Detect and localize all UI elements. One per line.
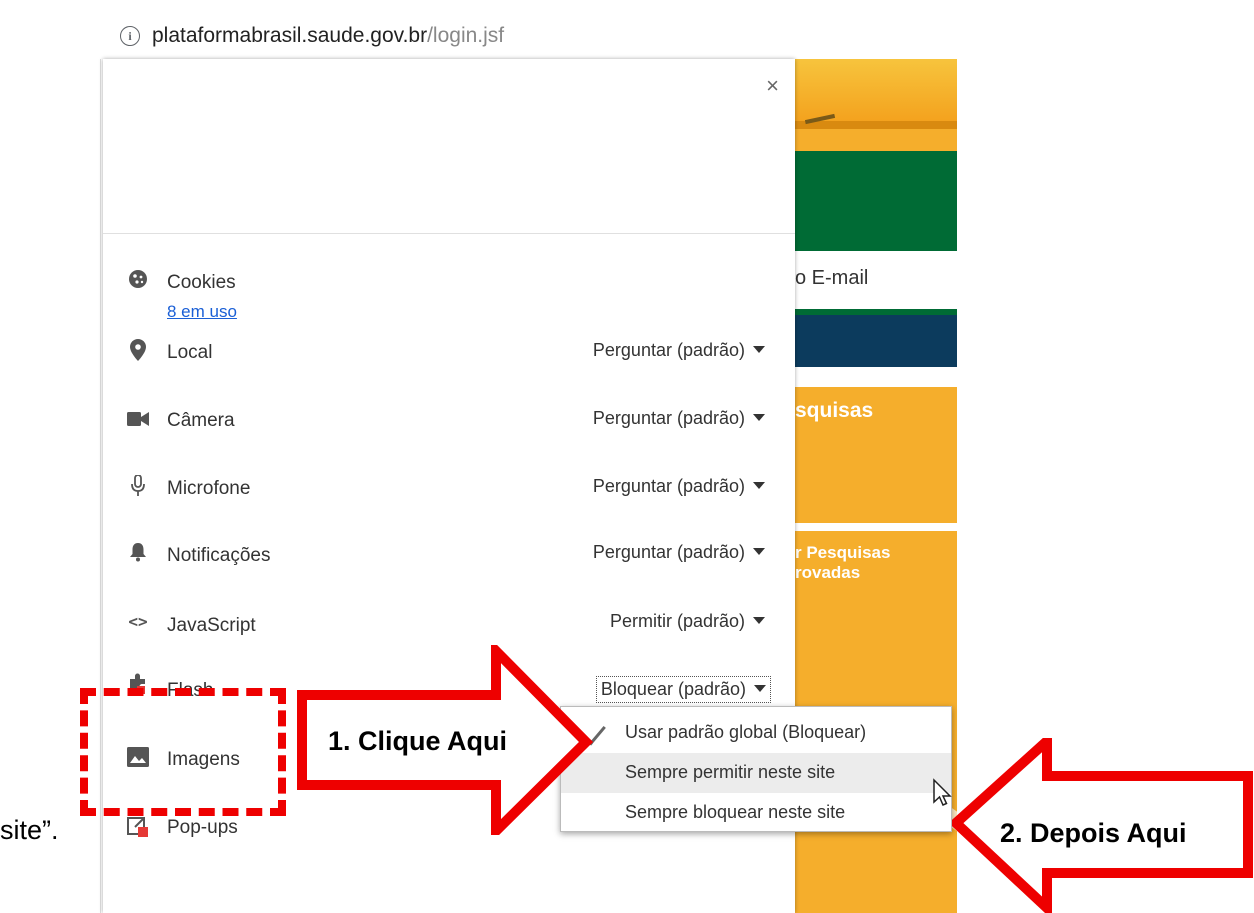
cookies-label: Cookies <box>167 272 236 293</box>
dropdown-caret-icon <box>753 482 765 489</box>
permission-select-flash[interactable]: Bloquear (padrão) <box>595 676 771 703</box>
popup-blocked-icon <box>127 815 149 837</box>
menu-item-always-allow[interactable]: Sempre permitir neste site <box>561 753 951 793</box>
microphone-icon <box>127 474 149 497</box>
dropdown-caret-icon <box>753 617 765 624</box>
site-email-field[interactable]: o E-mail <box>795 251 957 309</box>
url-path: /login.jsf <box>427 24 505 47</box>
dropdown-caret-icon <box>753 548 765 555</box>
pesquisas-text: squisas <box>795 399 874 422</box>
dropdown-caret-icon <box>753 414 765 421</box>
url-text[interactable]: plataformabrasil.saude.gov.br/login.jsf <box>152 24 504 48</box>
permission-label-javascript: JavaScript <box>167 615 256 636</box>
permission-label-notifications: Notificações <box>167 545 271 566</box>
permission-select-camera[interactable]: Perguntar (padrão) <box>593 408 765 429</box>
location-pin-icon <box>127 339 149 361</box>
site-identity-area <box>119 81 751 222</box>
dropdown-caret-icon <box>754 685 766 692</box>
permission-select-notifications[interactable]: Perguntar (padrão) <box>593 542 765 563</box>
site-orange-bar <box>795 129 957 151</box>
pesquisas-aprovadas-line2: rovadas <box>795 563 861 582</box>
code-icon: <> <box>128 612 148 631</box>
permission-label-microphone: Microfone <box>167 478 251 499</box>
permission-select-microphone[interactable]: Perguntar (padrão) <box>593 476 765 497</box>
email-label: o E-mail <box>795 267 869 289</box>
flash-options-menu: Usar padrão global (Bloquear) Sempre per… <box>560 706 952 832</box>
divider <box>103 233 795 234</box>
permission-label-camera: Câmera <box>167 410 235 431</box>
permission-label-local: Local <box>167 342 213 363</box>
annotation-step2-label: 2. Depois Aqui <box>1000 818 1187 848</box>
permission-select-javascript[interactable]: Permitir (padrão) <box>610 611 765 632</box>
site-pesquisas-box[interactable]: squisas <box>795 387 957 523</box>
menu-item-always-block[interactable]: Sempre bloquear neste site <box>561 793 951 833</box>
site-navy-bar <box>795 315 957 367</box>
site-green-bar <box>795 151 957 251</box>
document-text: site”. <box>0 815 59 845</box>
dropdown-caret-icon <box>753 346 765 353</box>
annotation-step1-label: 1. Clique Aqui <box>328 726 508 756</box>
camera-icon <box>127 410 149 432</box>
menu-item-global-default[interactable]: Usar padrão global (Bloquear) <box>561 713 951 753</box>
close-icon[interactable]: × <box>766 73 779 99</box>
annotation-dashed-box <box>80 688 286 816</box>
url-host: plataformabrasil.saude.gov.br <box>152 24 428 47</box>
permission-label-popups: Pop-ups <box>167 817 238 838</box>
info-icon[interactable]: i <box>120 26 140 46</box>
site-header-banner <box>795 59 957 129</box>
permission-select-local[interactable]: Perguntar (padrão) <box>593 340 765 361</box>
pesquisas-aprovadas-line1: r Pesquisas <box>795 543 891 562</box>
bell-icon <box>127 542 149 564</box>
cookie-icon <box>127 269 149 291</box>
address-bar[interactable]: i plataformabrasil.saude.gov.br/login.js… <box>100 15 957 59</box>
cookies-in-use-link[interactable]: 8 em uso <box>167 302 237 322</box>
